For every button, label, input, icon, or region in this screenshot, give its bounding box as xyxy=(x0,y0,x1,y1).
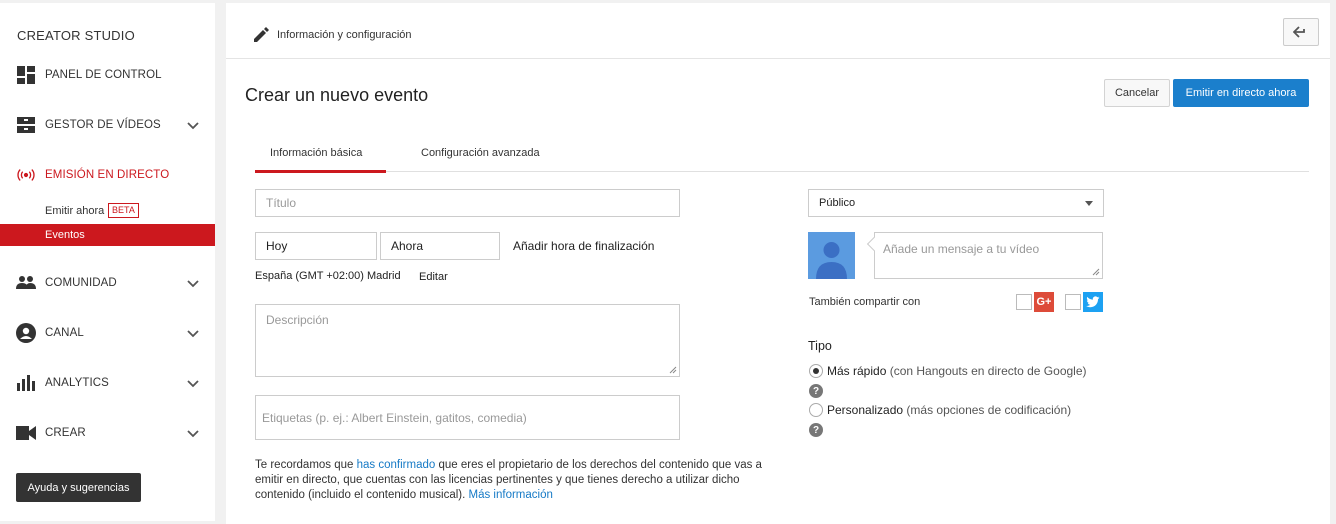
twitter-icon xyxy=(1083,292,1103,312)
description-textarea[interactable]: Descripción xyxy=(255,304,680,377)
resize-handle-icon[interactable] xyxy=(669,366,677,374)
google-plus-icon: G+ xyxy=(1034,292,1054,312)
tab-advanced-settings[interactable]: Configuración avanzada xyxy=(421,147,540,173)
back-button[interactable] xyxy=(1283,18,1319,46)
nav-community[interactable]: COMUNIDAD xyxy=(0,271,215,295)
description-placeholder: Descripción xyxy=(266,313,329,327)
nav-live-streaming[interactable]: EMISIÓN EN DIRECTO xyxy=(0,163,215,187)
help-question-icon[interactable]: ? xyxy=(809,423,823,437)
share-twitter-checkbox[interactable] xyxy=(1065,294,1081,310)
date-input[interactable]: Hoy xyxy=(255,232,377,260)
page-title: Crear un nuevo evento xyxy=(245,85,429,105)
chevron-down-icon[interactable] xyxy=(186,326,200,340)
resize-handle-icon[interactable] xyxy=(1092,268,1100,276)
notice-text: Te recordamos que xyxy=(255,459,357,471)
video-manager-icon xyxy=(16,115,36,135)
add-end-time-link[interactable]: Añadir hora de finalización xyxy=(513,239,654,253)
tags-input[interactable]: Etiquetas (p. ej.: Albert Einstein, gati… xyxy=(255,395,680,440)
message-placeholder: Añade un mensaje a tu vídeo xyxy=(883,242,1040,256)
nav-create[interactable]: CREAR xyxy=(0,421,215,445)
help-question-icon[interactable]: ? xyxy=(809,384,823,398)
nav-channel[interactable]: CANAL xyxy=(0,321,215,345)
subnav-label: Eventos xyxy=(45,229,85,241)
chevron-down-icon[interactable] xyxy=(186,276,200,290)
subnav-events[interactable]: Eventos xyxy=(0,224,215,246)
option-fastest-label: Más rápido (con Hangouts en directo de G… xyxy=(827,364,1087,378)
nav-label: CREAR xyxy=(45,427,86,439)
edit-timezone-link[interactable]: Editar xyxy=(419,271,448,283)
back-arrow-icon xyxy=(1293,26,1305,38)
option-fastest-title: Más rápido xyxy=(827,364,887,378)
radio-custom[interactable] xyxy=(809,403,823,417)
nav-label: CANAL xyxy=(45,327,84,339)
brand-title: CREATOR STUDIO xyxy=(17,28,135,43)
nav-label: ANALYTICS xyxy=(45,377,109,389)
dashboard-icon xyxy=(16,65,36,85)
dropdown-caret-icon xyxy=(1085,201,1093,206)
share-message-input[interactable]: Añade un mensaje a tu vídeo xyxy=(866,232,1103,279)
type-label: Tipo xyxy=(808,339,832,353)
nav-video-manager[interactable]: GESTOR DE VÍDEOS xyxy=(0,113,215,137)
community-icon xyxy=(16,273,36,293)
nav-label: PANEL DE CONTROL xyxy=(45,69,162,81)
privacy-select[interactable]: Público xyxy=(808,189,1104,217)
cancel-button[interactable]: Cancelar xyxy=(1104,79,1170,107)
nav-label: EMISIÓN EN DIRECTO xyxy=(45,169,170,181)
user-silhouette-icon xyxy=(816,242,847,279)
option-fastest-desc: (con Hangouts en directo de Google) xyxy=(886,364,1087,378)
go-live-now-button[interactable]: Emitir en directo ahora xyxy=(1173,79,1309,107)
speech-notch xyxy=(866,236,882,252)
share-with-label: También compartir con xyxy=(809,296,921,308)
beta-badge: BETA xyxy=(108,203,139,218)
sidebar: CREATOR STUDIO PANEL DE CONTROL GESTOR D… xyxy=(0,3,215,521)
pencil-icon xyxy=(254,27,269,42)
title-input[interactable]: Título xyxy=(255,189,680,217)
copyright-notice: Te recordamos que has confirmado que ere… xyxy=(255,458,775,503)
tabs-divider xyxy=(255,171,1309,172)
nav-label: COMUNIDAD xyxy=(45,277,117,289)
option-custom-title: Personalizado xyxy=(827,403,904,417)
more-info-link[interactable]: Más información xyxy=(469,489,553,501)
main-panel: Información y configuración Crear un nue… xyxy=(226,3,1330,524)
nav-dashboard[interactable]: PANEL DE CONTROL xyxy=(0,63,215,87)
option-custom-desc: (más opciones de codificación) xyxy=(903,403,1072,417)
video-camera-icon xyxy=(16,423,36,443)
radio-fastest[interactable] xyxy=(809,364,823,378)
confirmed-link[interactable]: has confirmado xyxy=(357,459,436,471)
option-custom-label: Personalizado (más opciones de codificac… xyxy=(827,403,1071,417)
privacy-value: Público xyxy=(819,197,856,209)
chevron-down-icon[interactable] xyxy=(186,376,200,390)
time-input[interactable]: Ahora xyxy=(380,232,500,260)
live-broadcast-icon xyxy=(16,165,36,185)
chevron-down-icon[interactable] xyxy=(186,118,200,132)
avatar xyxy=(808,232,855,279)
topbar: Información y configuración xyxy=(226,3,1330,59)
timezone-label: España (GMT +02:00) Madrid xyxy=(255,270,401,282)
subnav-label: Emitir ahora xyxy=(45,205,105,217)
nav-label: GESTOR DE VÍDEOS xyxy=(45,119,161,131)
help-feedback-button[interactable]: Ayuda y sugerencias xyxy=(16,473,141,502)
share-gplus-checkbox[interactable] xyxy=(1016,294,1032,310)
analytics-icon xyxy=(16,373,36,393)
topbar-title: Información y configuración xyxy=(277,29,412,41)
subnav-stream-now[interactable]: Emitir ahora BETA xyxy=(0,200,215,222)
nav-analytics[interactable]: ANALYTICS xyxy=(0,371,215,395)
channel-icon xyxy=(16,323,36,343)
chevron-down-icon[interactable] xyxy=(186,426,200,440)
tab-basic-info[interactable]: Información básica xyxy=(255,147,386,173)
